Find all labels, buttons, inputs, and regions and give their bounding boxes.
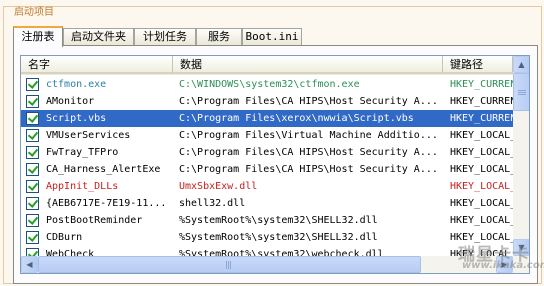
cell-name: AMonitor (46, 96, 95, 107)
cell-key-path: HKEY_LOCAL_ (450, 147, 513, 158)
startup-list: 名字 数据 键路径 ctfmon.exe C:\WINDOWS\system32\… (20, 55, 530, 274)
list-header: 名字 数据 键路径 (21, 56, 513, 75)
cell-data: UmxSbxExw.dll (179, 181, 258, 192)
table-row[interactable]: AMonitor C:\Program Files\CA HIPS\Host Se… (21, 93, 513, 110)
row-checkbox[interactable] (26, 95, 39, 108)
cell-data: C:\Program Files\Virtual Machine Additio… (179, 130, 438, 141)
vertical-scroll-thumb[interactable] (513, 73, 529, 111)
cell-data: C:\WINDOWS\system32\ctfmon.exe (179, 79, 360, 90)
tab-scheduled-tasks[interactable]: 计划任务 (134, 28, 196, 45)
tab-panel: 名字 数据 键路径 ctfmon.exe C:\WINDOWS\system32\… (13, 45, 538, 284)
column-header-name[interactable]: 名字 (21, 56, 173, 74)
table-row[interactable]: PostBootReminder %SystemRoot%\system32\SH… (21, 212, 513, 229)
table-row[interactable]: CDBurn %SystemRoot%\system32\SHELL32.dll H… (21, 229, 513, 246)
table-row[interactable]: VMUserServices C:\Program Files\Virtual M… (21, 127, 513, 144)
arrow-up-icon[interactable]: ▲ (513, 56, 529, 73)
cell-key-path: HKEY_LOCAL_ (450, 215, 513, 226)
column-header-data[interactable]: 数据 (173, 56, 443, 74)
cell-key-path: HKEY_LOCAL_ (450, 181, 513, 192)
cell-name: VMUserServices (46, 130, 131, 141)
cell-name: {AEB6717E-7E19-11... (46, 198, 167, 209)
tab-services[interactable]: 服务 (196, 28, 242, 45)
cell-key-path: HKEY_CURREN (450, 79, 513, 90)
cell-data: %SystemRoot%\system32\SHELL32.dll (179, 232, 378, 243)
row-checkbox[interactable] (26, 180, 39, 193)
cell-name: CDBurn (46, 232, 83, 243)
row-checkbox[interactable] (26, 146, 39, 159)
cell-key-path: HKEY_LOCAL_ (450, 130, 513, 141)
cell-key-path: HKEY_CURREN (450, 113, 513, 124)
cell-data: C:\Program Files\CA HIPS\Host Security A… (179, 96, 438, 107)
cell-name: ctfmon.exe (46, 79, 107, 90)
cell-name: CA_Harness_AlertExe (46, 164, 161, 175)
arrow-left-icon[interactable]: ◀ (21, 256, 38, 273)
cell-name: PostBootReminder (46, 215, 143, 226)
row-checkbox[interactable] (26, 129, 39, 142)
row-checkbox[interactable] (26, 163, 39, 176)
cell-data: shell32.dll (179, 198, 246, 209)
table-row[interactable]: Script.vbs C:\Program Files\xerox\nwwia\S… (21, 110, 513, 127)
tab-startup-folder[interactable]: 启动文件夹 (63, 28, 134, 45)
cell-data: C:\Program Files\xerox\nwwia\Script.vbs (179, 113, 414, 124)
arrow-right-icon[interactable]: ▶ (496, 256, 513, 273)
table-row[interactable]: AppInit_DLLs UmxSbxExw.dll HKEY_LOCAL_ (21, 178, 513, 195)
cell-data: C:\Program Files\CA HIPS\Host Security A… (179, 164, 438, 175)
cell-key-path: HKEY_CURREN (450, 96, 513, 107)
cell-data: %SystemRoot%\system32\SHELL32.dll (179, 215, 378, 226)
arrow-down-icon[interactable]: ▼ (513, 239, 529, 256)
cell-name: Script.vbs (46, 113, 107, 124)
scrollbar-corner (513, 256, 529, 273)
row-checkbox[interactable] (26, 214, 39, 227)
row-checkbox[interactable] (26, 231, 39, 244)
table-row[interactable]: {AEB6717E-7E19-11... shell32.dll HKEY_LOCA… (21, 195, 513, 212)
row-checkbox[interactable] (26, 197, 39, 210)
horizontal-scrollbar[interactable]: ◀ ▶ (21, 256, 513, 273)
table-row[interactable]: ctfmon.exe C:\WINDOWS\system32\ctfmon.exe… (21, 76, 513, 93)
table-row[interactable]: CA_Harness_AlertExe C:\Program Files\CA H… (21, 161, 513, 178)
group-title: 启动项目 (12, 7, 56, 19)
row-checkbox[interactable] (26, 112, 39, 125)
horizontal-scroll-thumb[interactable] (38, 256, 421, 273)
vertical-scrollbar[interactable]: ▲ ▼ (513, 56, 529, 256)
table-row[interactable]: FwTray_TFPro C:\Program Files\CA HIPS\Hos… (21, 144, 513, 161)
tab-registry[interactable]: 注册表 (13, 26, 63, 47)
cell-key-path: HKEY_LOCAL_ (450, 198, 513, 209)
cell-key-path: HKEY_LOCAL_ (450, 232, 513, 243)
cell-key-path: HKEY_LOCAL_ (450, 164, 513, 175)
row-checkbox[interactable] (26, 78, 39, 91)
column-header-key-path[interactable]: 键路径 (443, 56, 513, 74)
tab-boot-ini[interactable]: Boot.ini (242, 28, 302, 45)
cell-name: FwTray_TFPro (46, 147, 119, 158)
cell-data: C:\Program Files\CA HIPS\Host Security A… (179, 147, 438, 158)
cell-name: AppInit_DLLs (46, 181, 119, 192)
